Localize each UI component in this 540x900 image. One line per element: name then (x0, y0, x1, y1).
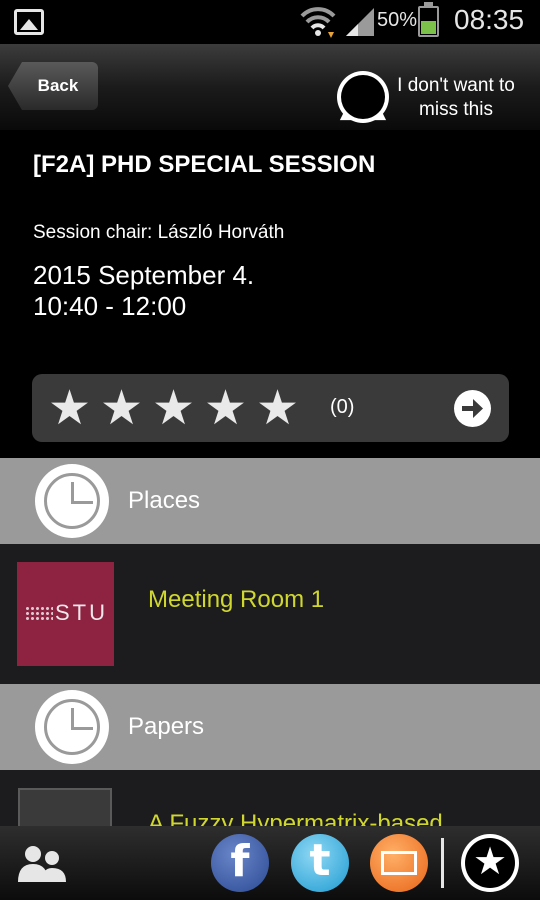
alert-icon[interactable] (337, 71, 389, 123)
session-datetime: 2015 September 4. 10:40 - 12:00 (33, 260, 254, 322)
arrow-right-icon[interactable] (454, 390, 491, 427)
bottom-toolbar: f t ★ (0, 826, 540, 900)
dont-miss-line2: miss this (419, 99, 493, 120)
wifi-icon (300, 7, 336, 38)
people-icon[interactable] (16, 842, 68, 886)
star-icon-1[interactable]: ★ (48, 384, 92, 432)
battery-icon (418, 2, 439, 37)
session-chair: Session chair: László Horváth (33, 222, 285, 243)
session-time-range: 10:40 - 12:00 (33, 291, 187, 321)
status-bar: 50% 08:35 (0, 0, 540, 44)
back-button[interactable]: Back (8, 62, 98, 110)
session-details: [F2A] PHD SPECIAL SESSION Session chair:… (0, 130, 540, 458)
twitter-glyph: t (309, 835, 331, 886)
places-section-header: Places (0, 458, 540, 544)
battery-level (421, 20, 436, 34)
toolbar-divider (441, 838, 444, 888)
stu-logo: STU (17, 562, 114, 666)
star-icon-3[interactable]: ★ (152, 384, 196, 432)
clock-time: 08:35 (454, 4, 525, 35)
battery-percentage: 50% (377, 9, 418, 31)
rating-stars[interactable]: ★ ★ ★ ★ ★ (48, 384, 300, 432)
papers-section-header: Papers (0, 684, 540, 770)
session-date: 2015 September 4. (33, 260, 255, 290)
places-label: Places (128, 487, 201, 514)
twitter-icon[interactable]: t (291, 834, 349, 892)
favorite-glyph: ★ (472, 839, 508, 883)
dont-miss-button[interactable]: I don't want to miss this (386, 74, 526, 122)
paper-thumbnail (18, 788, 112, 830)
session-title: [F2A] PHD SPECIAL SESSION (33, 151, 376, 178)
clock-icon (35, 690, 109, 764)
star-icon-2[interactable]: ★ (100, 384, 144, 432)
clock-icon (35, 464, 109, 538)
facebook-icon[interactable]: f (211, 834, 269, 892)
stu-logo-text: STU (55, 600, 108, 625)
rating-bar[interactable]: ★ ★ ★ ★ ★ (0) (32, 374, 509, 442)
mail-icon[interactable] (370, 834, 428, 892)
dont-miss-line1: I don't want to (397, 75, 515, 96)
star-icon-4[interactable]: ★ (204, 384, 248, 432)
rating-count: (0) (330, 396, 355, 418)
place-name: Meeting Room 1 (148, 586, 325, 613)
star-icon-5[interactable]: ★ (256, 384, 300, 432)
star-icon[interactable]: ★ (461, 834, 519, 892)
paper-list-item[interactable]: A Fuzzy Hypermatrix-based (0, 770, 540, 830)
facebook-glyph: f (230, 836, 250, 887)
place-list-item[interactable]: STU Meeting Room 1 (0, 544, 540, 686)
action-bar: Back I don't want to miss this (0, 44, 540, 130)
papers-label: Papers (128, 713, 205, 740)
gallery-icon (14, 9, 44, 35)
signal-icon (346, 8, 374, 36)
